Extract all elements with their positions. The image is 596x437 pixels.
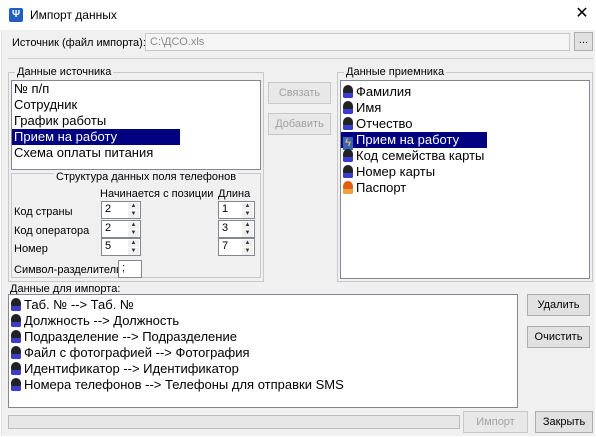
receiver-item-label: Имя — [356, 100, 382, 115]
receiver-data-list[interactable]: Фамилия Имя Отчество ϟ Прием на работу Ко… — [340, 80, 590, 279]
delete-button[interactable]: Удалить — [527, 294, 590, 316]
source-file-input[interactable]: C:\ДСО.xls — [145, 33, 570, 51]
progress-bar — [8, 415, 460, 429]
number-label: Номер — [14, 243, 48, 255]
import-item[interactable]: Должность --> Должность — [9, 313, 517, 329]
import-item-label: Файл с фотографией --> Фотография — [24, 345, 250, 360]
stepper-value: 7 — [222, 240, 229, 252]
app-logo-icon: Ψ — [9, 8, 23, 22]
source-data-list[interactable]: № п/п Сотрудник График работы Прием на р… — [11, 80, 261, 170]
import-item-label: Идентификатор --> Идентификатор — [24, 361, 239, 376]
person-icon — [11, 330, 21, 343]
source-item[interactable]: График работы — [12, 113, 260, 129]
receiver-item-label: Отчество — [356, 116, 413, 131]
title-bar: Ψ Импорт данных ✕ — [0, 0, 596, 30]
country-code-length-stepper[interactable]: 1 ▲ ▼ — [218, 201, 255, 219]
spin-down-icon[interactable]: ▼ — [128, 230, 139, 237]
separator-label: Символ-разделитель — [14, 264, 122, 276]
source-item[interactable]: № п/п — [12, 81, 260, 97]
number-start-stepper[interactable]: 5 ▲ ▼ — [101, 238, 141, 256]
person-icon — [11, 314, 21, 327]
receiver-item[interactable]: Фамилия — [341, 84, 589, 100]
receiver-item[interactable]: Отчество — [341, 116, 589, 132]
separator-value: ; — [122, 262, 126, 274]
country-code-label: Код страны — [14, 206, 73, 218]
separator-input[interactable]: ; — [118, 260, 142, 278]
spin-down-icon[interactable]: ▼ — [128, 211, 139, 218]
import-item[interactable]: Идентификатор --> Идентификатор — [9, 361, 517, 377]
source-item-selected[interactable]: Прием на работу — [12, 129, 180, 145]
import-item[interactable]: Номера телефонов --> Телефоны для отправ… — [9, 377, 517, 393]
person-orange-icon — [343, 181, 353, 194]
receiver-item-selected[interactable]: ϟ Прием на работу — [341, 132, 487, 150]
start-position-header: Начинается с позиции — [100, 188, 214, 200]
operator-code-start-stepper[interactable]: 2 ▲ ▼ — [101, 220, 141, 238]
spin-down-icon[interactable]: ▼ — [128, 248, 139, 255]
link-button[interactable]: Связать — [268, 82, 331, 104]
receiver-item[interactable]: Паспорт — [341, 180, 589, 196]
person-icon — [343, 85, 353, 98]
spin-up-icon[interactable]: ▲ — [128, 222, 139, 229]
phone-structure-title: Структура данных поля телефонов — [54, 171, 239, 183]
browse-button[interactable]: ... — [574, 32, 593, 51]
spin-up-icon[interactable]: ▲ — [242, 222, 253, 229]
spin-down-icon[interactable]: ▼ — [242, 211, 253, 218]
country-code-start-stepper[interactable]: 2 ▲ ▼ — [101, 201, 141, 219]
person-icon — [11, 362, 21, 375]
import-item[interactable]: Файл с фотографией --> Фотография — [9, 345, 517, 361]
close-icon[interactable]: ✕ — [572, 4, 592, 24]
receiver-item-label: Фамилия — [356, 84, 412, 99]
import-item-label: Должность --> Должность — [24, 313, 180, 328]
length-header: Длина — [218, 188, 251, 200]
source-item[interactable]: Схема оплаты питания — [12, 145, 260, 161]
close-button[interactable]: Закрыть — [535, 411, 593, 433]
stepper-value: 2 — [105, 222, 112, 234]
number-length-stepper[interactable]: 7 ▲ ▼ — [218, 238, 255, 256]
spin-down-icon[interactable]: ▼ — [242, 230, 253, 237]
receiver-item[interactable]: Имя — [341, 100, 589, 116]
stepper-value: 5 — [105, 240, 112, 252]
import-item[interactable]: Подразделение --> Подразделение — [9, 329, 517, 345]
receiver-item-label: Номер карты — [356, 164, 436, 179]
receiver-item-label: Прием на работу — [356, 132, 460, 147]
stepper-value: 3 — [222, 222, 229, 234]
add-button[interactable]: Добавить — [268, 113, 331, 135]
person-icon — [343, 149, 353, 162]
receiver-item-label: Паспорт — [356, 180, 407, 195]
clear-button[interactable]: Очистить — [527, 326, 590, 348]
source-item[interactable]: Сотрудник — [12, 97, 260, 113]
person-icon — [343, 165, 353, 178]
import-item-label: Таб. № --> Таб. № — [24, 297, 134, 312]
operator-code-length-stepper[interactable]: 3 ▲ ▼ — [218, 220, 255, 238]
source-data-legend: Данные источника — [17, 66, 112, 78]
window-title: Импорт данных — [30, 8, 117, 22]
spin-up-icon[interactable]: ▲ — [242, 203, 253, 210]
spin-up-icon[interactable]: ▲ — [242, 240, 253, 247]
divider — [8, 58, 593, 59]
receiver-data-legend: Данные приемника — [346, 66, 445, 78]
operator-code-label: Код оператора — [14, 225, 90, 237]
import-item-label: Номера телефонов --> Телефоны для отправ… — [24, 377, 344, 392]
source-label: Источник (файл импорта): — [12, 37, 146, 49]
person-icon — [343, 101, 353, 114]
stepper-value: 1 — [222, 203, 229, 215]
import-item-label: Подразделение --> Подразделение — [24, 329, 237, 344]
person-icon — [11, 346, 21, 359]
import-data-list[interactable]: Таб. № --> Таб. № Должность --> Должност… — [8, 294, 518, 408]
spin-down-icon[interactable]: ▼ — [242, 248, 253, 255]
person-icon — [11, 378, 21, 391]
receiver-item[interactable]: Номер карты — [341, 164, 589, 180]
receiver-item-label: Код семейства карты — [356, 148, 485, 163]
import-button[interactable]: Импорт — [463, 411, 528, 433]
spin-up-icon[interactable]: ▲ — [128, 203, 139, 210]
person-icon — [343, 117, 353, 130]
import-item[interactable]: Таб. № --> Таб. № — [9, 297, 517, 313]
spin-up-icon[interactable]: ▲ — [128, 240, 139, 247]
stepper-value: 2 — [105, 203, 112, 215]
receiver-item[interactable]: Код семейства карты — [341, 148, 589, 164]
person-icon — [11, 298, 21, 311]
